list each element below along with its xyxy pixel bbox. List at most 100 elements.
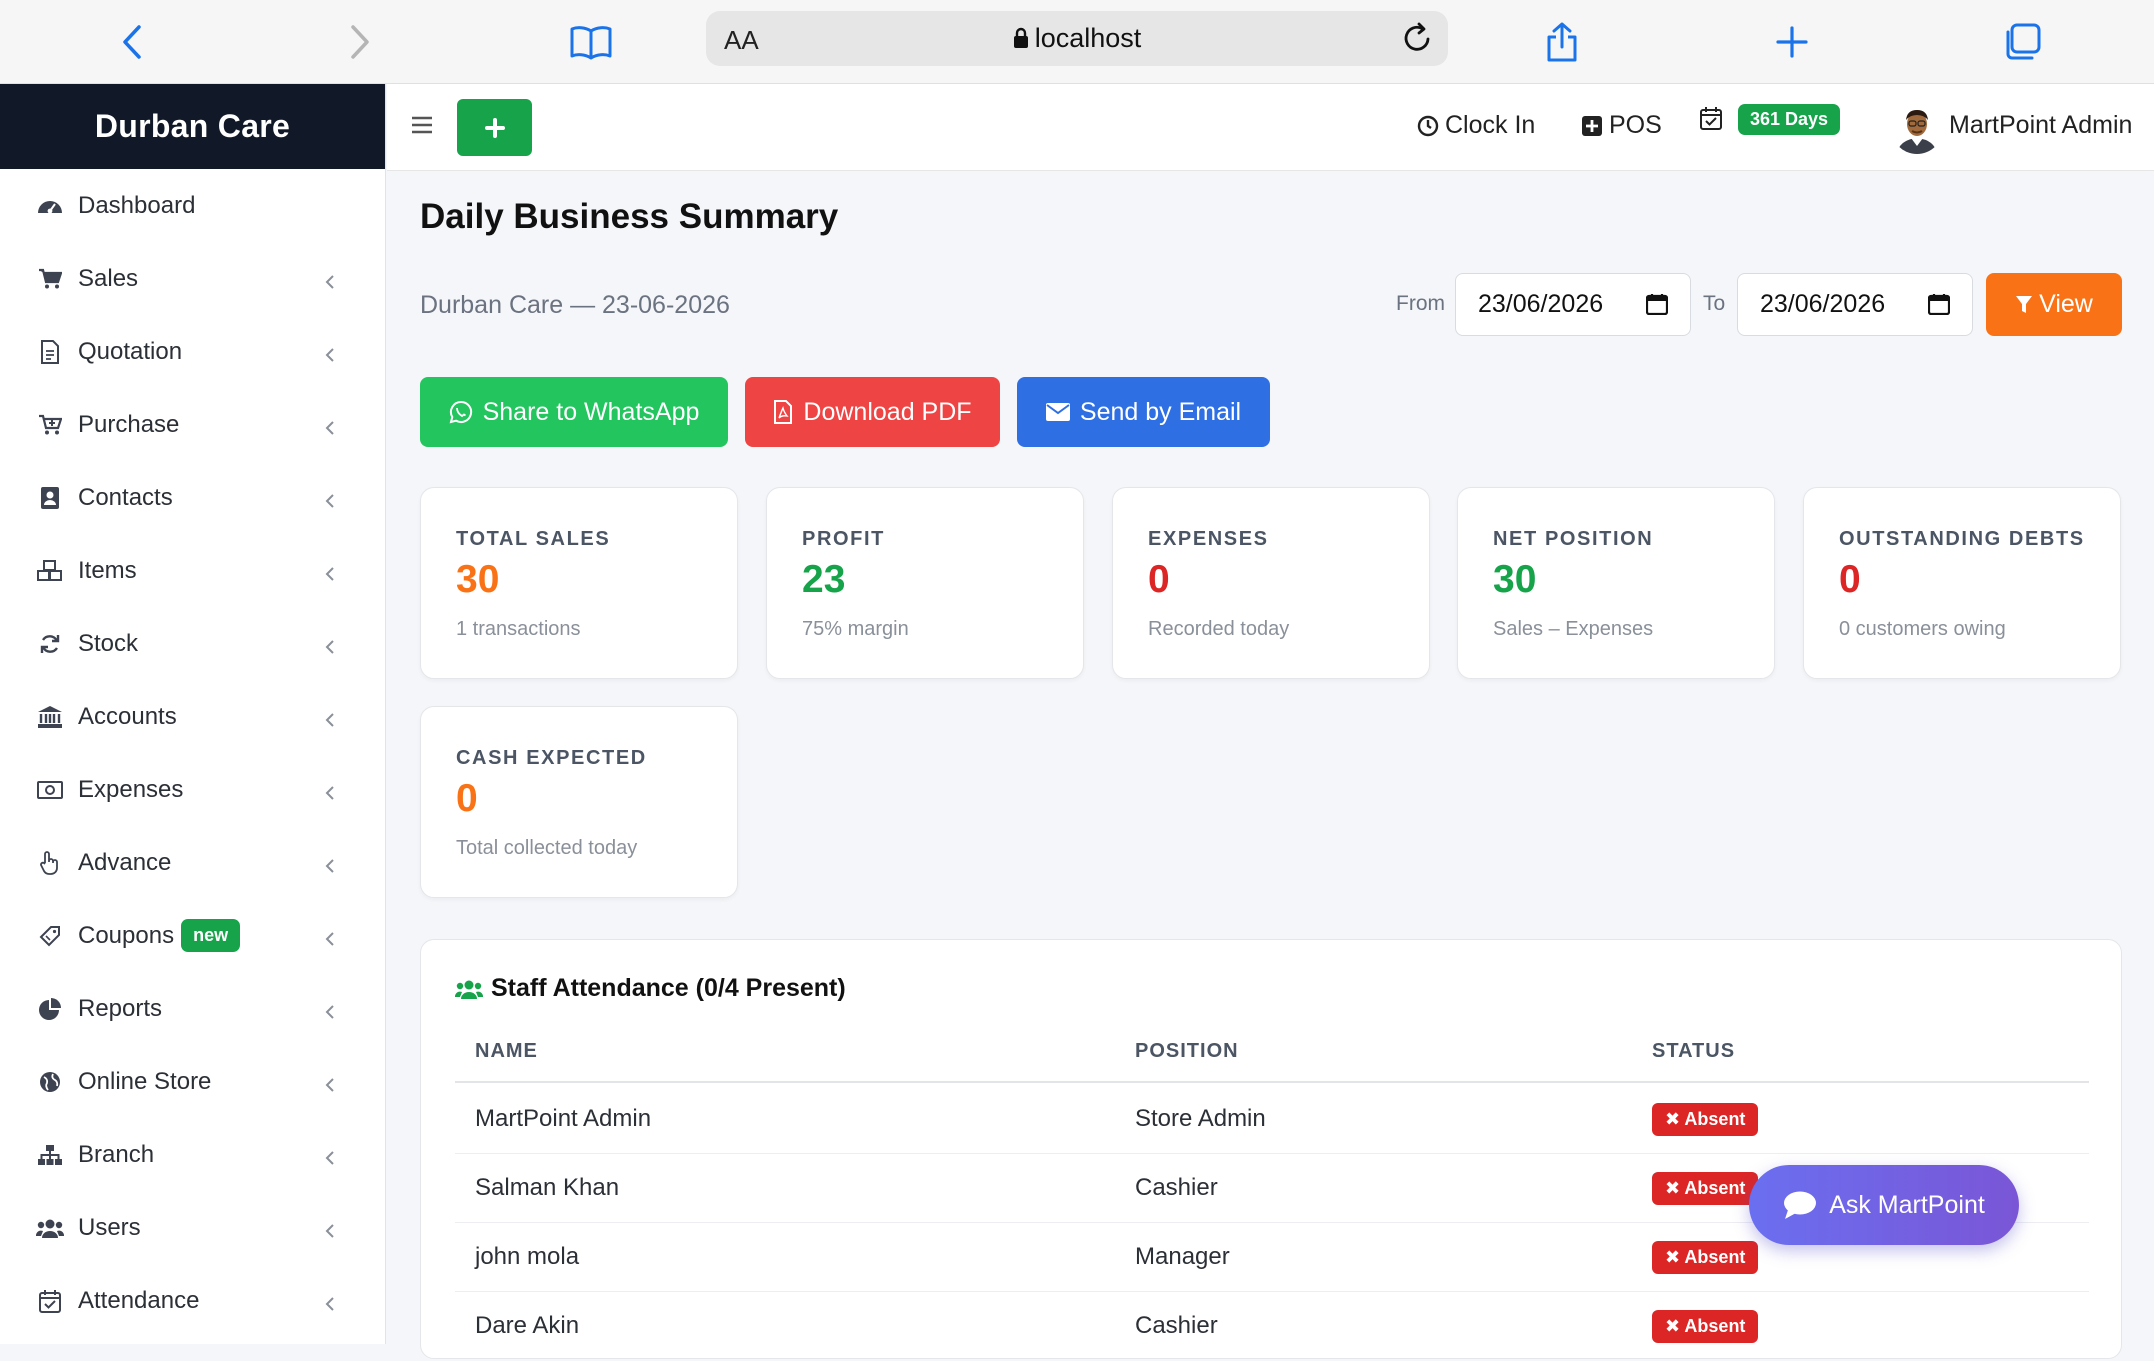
chevron-left-icon (325, 780, 335, 808)
sidebar-item-dashboard[interactable]: Dashboard (0, 169, 385, 242)
send-email-button[interactable]: Send by Email (1017, 377, 1270, 447)
expenses-card: EXPENSES 0 Recorded today (1112, 487, 1430, 679)
sidebar-item-sales[interactable]: Sales (0, 242, 385, 315)
view-button[interactable]: View (1986, 273, 2122, 336)
total-sales-card: TOTAL SALES 30 1 transactions (420, 487, 738, 679)
cash-expected-card: CASH EXPECTED 0 Total collected today (420, 706, 738, 898)
card-title: EXPENSES (1148, 528, 1269, 550)
sidebar-item-attendance[interactable]: Attendance (0, 1264, 385, 1337)
send-email-label: Send by Email (1079, 397, 1242, 426)
bank-icon (36, 703, 64, 731)
column-header-name: NAME (475, 1040, 538, 1062)
reload-icon[interactable] (1400, 20, 1436, 61)
from-date-input[interactable]: 23/06/2026 (1455, 273, 1691, 336)
subscription-indicator[interactable]: 361 Days (1700, 104, 1841, 135)
column-header-position: POSITION (1135, 1040, 1239, 1062)
chevron-left-icon (325, 488, 335, 516)
calendar-check-icon (1700, 106, 1722, 130)
filter-icon (2016, 295, 2033, 313)
staff-name: MartPoint Admin (475, 1105, 652, 1132)
tabs-overview-icon[interactable] (1996, 16, 2048, 68)
to-date-input[interactable]: 23/06/2026 (1737, 273, 1973, 336)
ask-martpoint-label: Ask MartPoint (1829, 1190, 1985, 1219)
pie-chart-icon (36, 995, 64, 1023)
user-menu[interactable]: MartPoint Admin (1949, 111, 2132, 140)
calendar-check-icon (36, 1287, 64, 1315)
clock-in-button[interactable]: Clock In (1417, 111, 1535, 140)
net-position-card: NET POSITION 30 Sales – Expenses (1457, 487, 1775, 679)
ask-martpoint-button[interactable]: Ask MartPoint (1749, 1165, 2019, 1245)
avatar[interactable] (1891, 102, 1943, 154)
outstanding-debts-card: OUTSTANDING DEBTS 0 0 customers owing (1803, 487, 2121, 679)
sidebar-item-items[interactable]: Items (0, 534, 385, 607)
sidebar-item-label: Reports (78, 994, 163, 1022)
sidebar-item-stock[interactable]: Stock (0, 607, 385, 680)
url-display[interactable]: localhost (706, 23, 1448, 54)
from-date-value: 23/06/2026 (1478, 290, 1604, 318)
to-date-value: 23/06/2026 (1760, 290, 1886, 318)
sidebar-item-reports[interactable]: Reports (0, 972, 385, 1045)
share-whatsapp-button[interactable]: Share to WhatsApp (420, 377, 728, 447)
staff-name: Salman Khan (475, 1174, 620, 1201)
pos-button[interactable]: POS (1581, 111, 1662, 140)
sidebar-item-expenses[interactable]: Expenses (0, 753, 385, 826)
sidebar-item-quotation[interactable]: Quotation (0, 315, 385, 388)
status-badge: ✖ Absent (1652, 1241, 1759, 1274)
sidebar-item-advance[interactable]: Advance (0, 826, 385, 899)
sidebar-item-purchase[interactable]: Purchase (0, 388, 385, 461)
sidebar-item-label: Contacts (78, 483, 173, 511)
sidebar-item-label: Quotation (78, 337, 183, 365)
share-icon[interactable] (1536, 16, 1588, 68)
status-badge: ✖ Absent (1652, 1172, 1759, 1205)
column-header-status: STATUS (1652, 1040, 1736, 1062)
page-subtitle: Durban Care — 23-06-2026 (420, 291, 730, 319)
card-value: 30 (456, 558, 500, 601)
sidebar-item-label: Items (78, 556, 137, 584)
status-badge: ✖ Absent (1652, 1103, 1759, 1136)
staff-name: Dare Akin (475, 1312, 580, 1339)
staff-position: Store Admin (1135, 1105, 1266, 1132)
sidebar-item-branch[interactable]: Branch (0, 1118, 385, 1191)
sidebar-item-users[interactable]: Users (0, 1191, 385, 1264)
new-tab-icon[interactable] (1766, 16, 1818, 68)
chevron-left-icon (325, 1291, 335, 1319)
sidebar-item-coupons[interactable]: Coupons new (0, 899, 385, 972)
page-title: Daily Business Summary (420, 197, 839, 236)
address-bar[interactable]: AA localhost (706, 11, 1448, 66)
cart-plus-icon (36, 411, 64, 439)
chevron-left-icon (325, 1218, 335, 1246)
forward-icon[interactable] (334, 16, 386, 68)
user-name: MartPoint Admin (1949, 111, 2133, 139)
table-row: MartPoint Admin Store Admin ✖ Absent (455, 1085, 2089, 1154)
download-pdf-button[interactable]: Download PDF (745, 377, 1000, 447)
sidebar-item-online-store[interactable]: Online Store (0, 1045, 385, 1118)
calendar-icon[interactable] (1645, 293, 1669, 322)
sitemap-icon (36, 1141, 64, 1169)
card-subtext: Total collected today (456, 837, 638, 859)
sidebar-item-label: Accounts (78, 702, 177, 730)
staff-position: Manager (1135, 1243, 1230, 1270)
sidebar-item-accounts[interactable]: Accounts (0, 680, 385, 753)
back-icon[interactable] (106, 16, 158, 68)
card-subtext: 0 customers owing (1839, 618, 2006, 640)
sidebar-item-label: Purchase (78, 410, 180, 438)
chevron-left-icon (325, 634, 335, 662)
chevron-left-icon (325, 926, 335, 954)
brand-title[interactable]: Durban Care (0, 84, 385, 169)
menu-toggle-icon[interactable] (411, 115, 433, 140)
bookmarks-icon[interactable] (565, 16, 617, 68)
chevron-left-icon (325, 1145, 335, 1173)
quick-add-button[interactable] (457, 99, 532, 156)
address-book-icon (36, 484, 64, 512)
calendar-icon[interactable] (1927, 293, 1951, 322)
to-label: To (1703, 292, 1726, 315)
top-navbar: Clock In POS 361 Days MartPoint Admin (387, 84, 2154, 171)
money-icon (36, 776, 64, 804)
sidebar-item-label: Branch (78, 1140, 155, 1168)
hand-icon (36, 849, 64, 877)
users-icon (36, 1214, 64, 1242)
file-pdf-icon (774, 400, 793, 424)
sidebar-item-contacts[interactable]: Contacts (0, 461, 385, 534)
from-label: From (1396, 292, 1445, 315)
status-text: Absent (1684, 1178, 1746, 1198)
